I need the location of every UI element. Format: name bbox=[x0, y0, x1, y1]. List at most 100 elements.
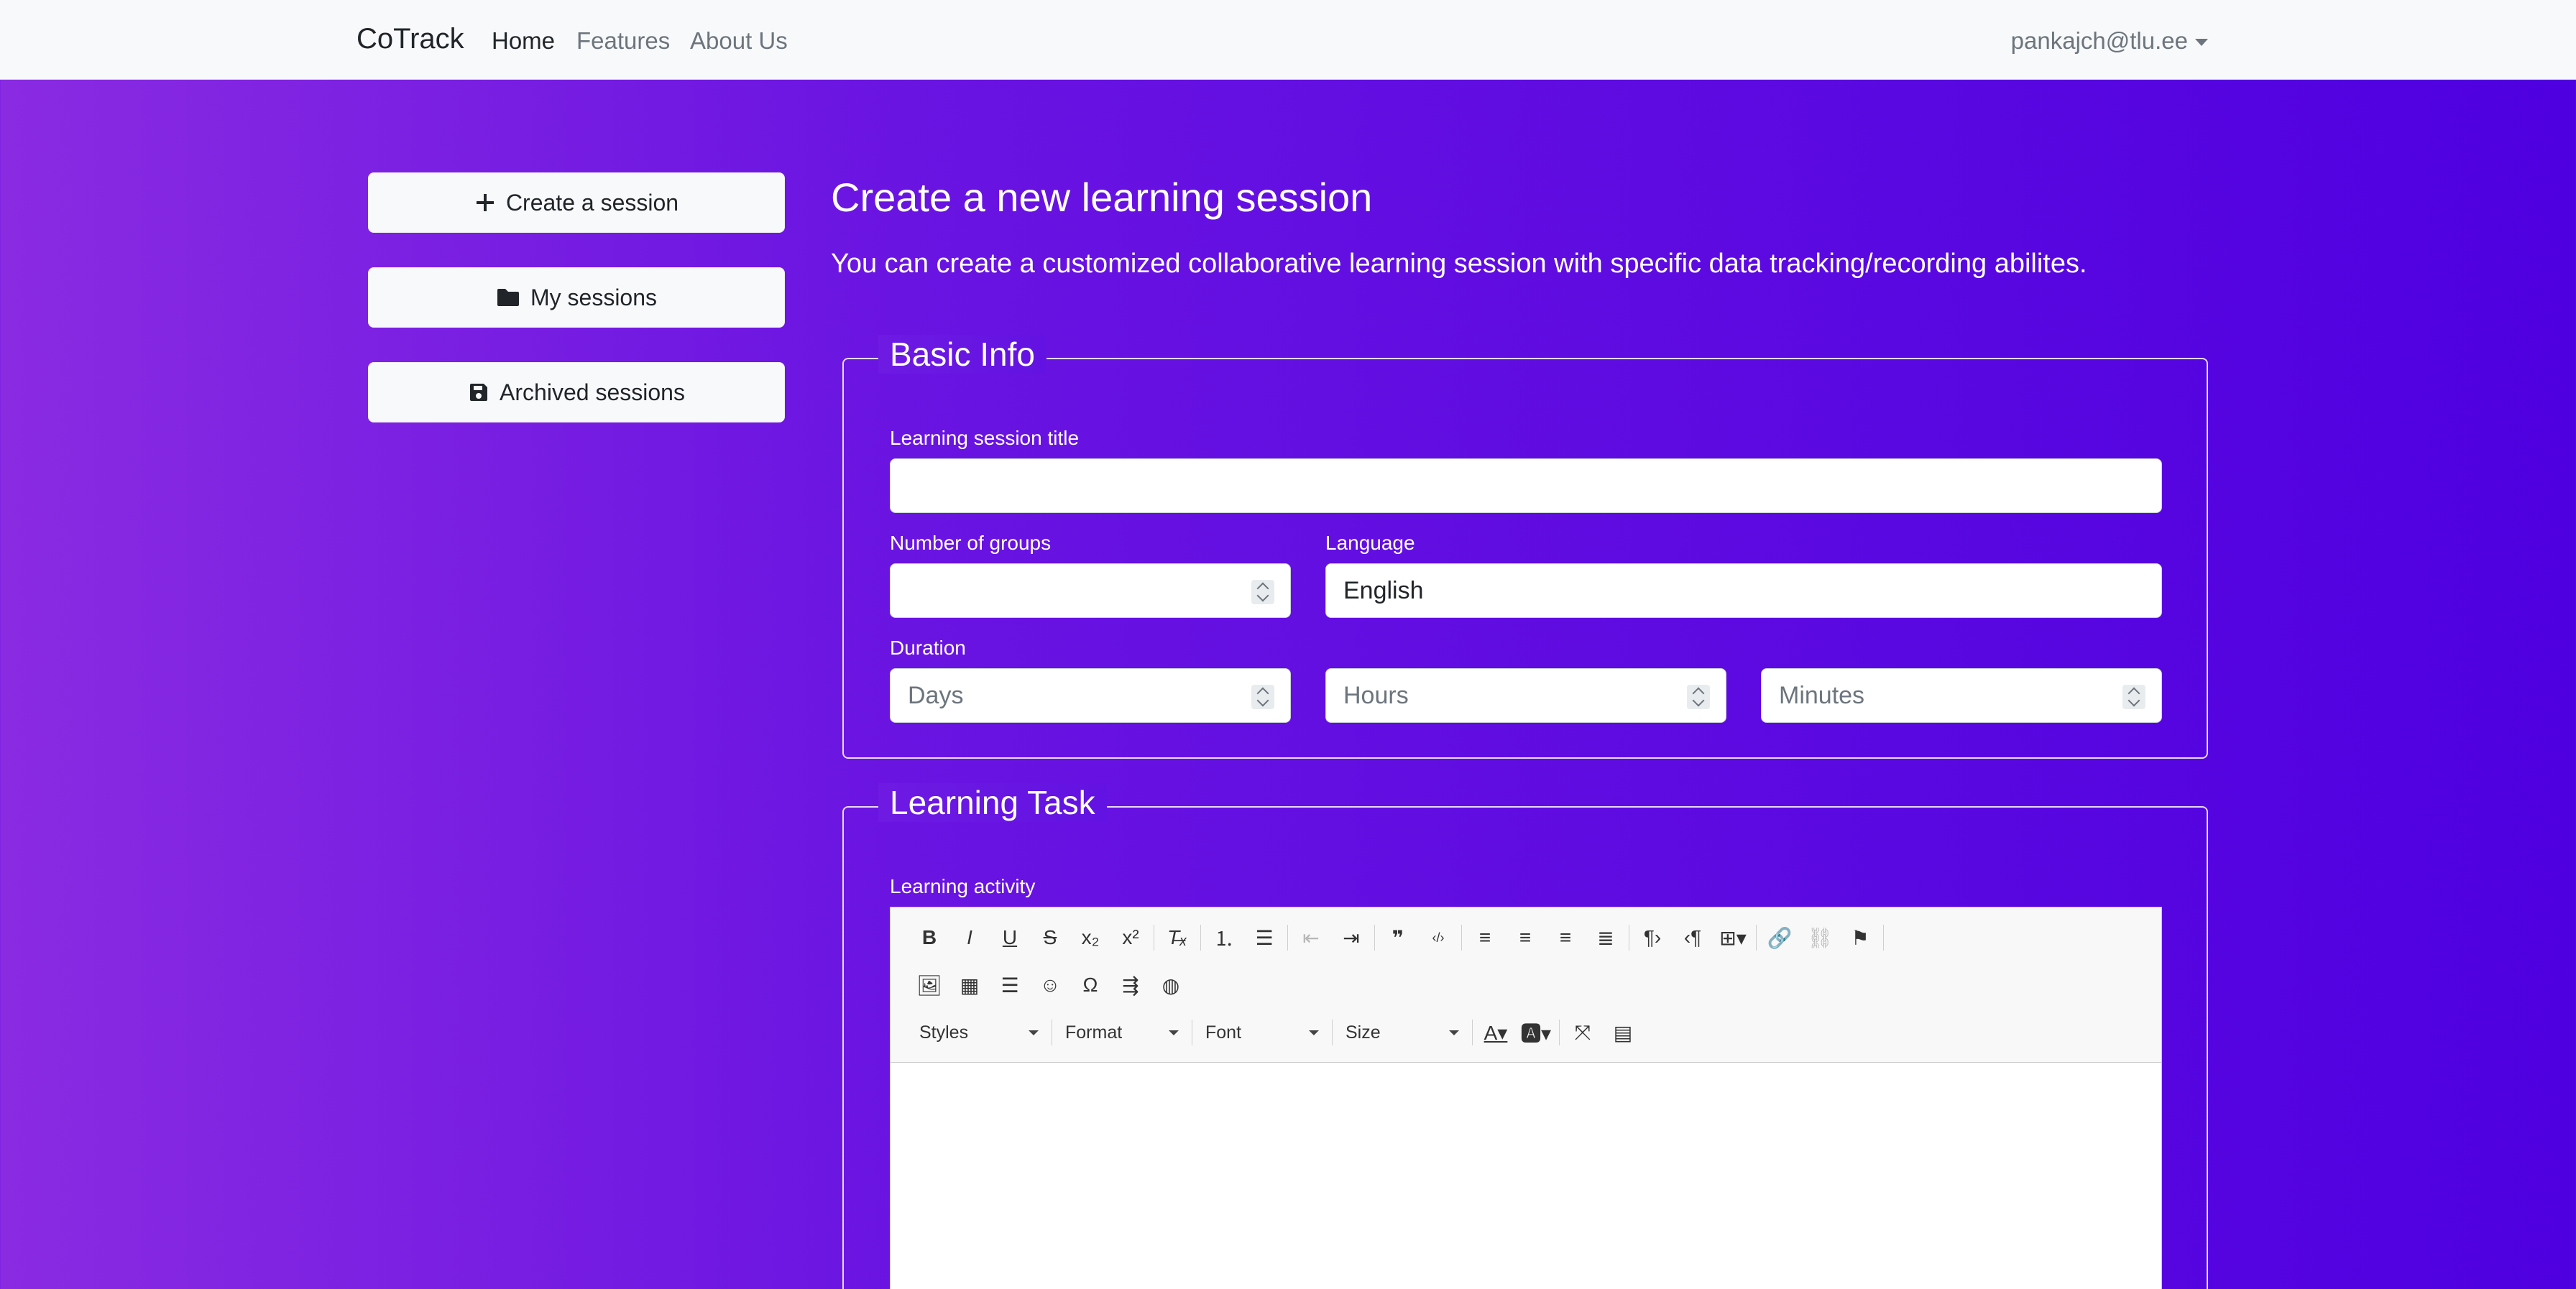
spinner-icon[interactable] bbox=[1251, 685, 1274, 709]
smiley-icon[interactable]: ☺ bbox=[1030, 968, 1070, 1002]
editor-toolbar: B I U S x₂ x² T̶ₓ ⒈ ☰ ⇤ ⇥ ❞ ‹/› ≡ ≡ ≡ ≣ … bbox=[891, 907, 2161, 1063]
archived-sessions-label: Archived sessions bbox=[500, 379, 685, 405]
session-title-input[interactable] bbox=[890, 458, 2162, 513]
toolbar-row-2: 🖼 ▦ ☰ ☺ Ω ⇶ ◍ bbox=[909, 968, 1191, 1002]
duration-label: Duration bbox=[890, 637, 966, 659]
show-blocks-icon[interactable]: ▤ bbox=[1603, 1015, 1643, 1050]
remove-format-icon[interactable]: T̶ₓ bbox=[1157, 920, 1197, 955]
font-combo[interactable]: Font bbox=[1195, 1015, 1329, 1050]
align-justify-icon[interactable]: ≣ bbox=[1586, 920, 1626, 955]
styles-combo-label: Styles bbox=[919, 1022, 969, 1043]
page-subtitle: You can create a customized collaborativ… bbox=[831, 249, 2087, 279]
brand-logo[interactable]: CoTrack bbox=[356, 23, 464, 55]
iframe-globe-icon[interactable]: ◍ bbox=[1151, 968, 1191, 1002]
align-left-icon[interactable]: ≡ bbox=[1465, 920, 1505, 955]
text-color-icon[interactable]: A▾ bbox=[1476, 1015, 1516, 1050]
toolbar-row-3: Styles Format Font Size A▾ 🅰▾ ⤧ ▤ bbox=[909, 1015, 1643, 1050]
editor-content-area[interactable] bbox=[891, 1063, 2161, 1289]
page-title: Create a new learning session bbox=[831, 175, 1373, 220]
minutes-placeholder: Minutes bbox=[1779, 681, 1865, 709]
archived-sessions-button[interactable]: Archived sessions bbox=[368, 362, 785, 422]
groups-label: Number of groups bbox=[890, 532, 1052, 554]
font-combo-label: Font bbox=[1205, 1022, 1242, 1043]
styles-combo[interactable]: Styles bbox=[909, 1015, 1049, 1050]
minutes-input[interactable]: Minutes bbox=[1761, 668, 2162, 723]
toolbar-divider bbox=[1756, 925, 1757, 951]
text-direction-rtl-icon[interactable]: ‹¶ bbox=[1673, 920, 1713, 955]
chevron-down-icon bbox=[1449, 1030, 1459, 1035]
groups-number-input[interactable] bbox=[890, 563, 1291, 618]
spinner-icon[interactable] bbox=[1251, 580, 1274, 604]
toolbar-divider bbox=[1883, 925, 1884, 951]
image-icon[interactable]: 🖼 bbox=[909, 968, 949, 1002]
background-color-icon[interactable]: 🅰▾ bbox=[1516, 1015, 1556, 1050]
create-session-button[interactable]: Create a session bbox=[368, 172, 785, 233]
toolbar-divider bbox=[1332, 1020, 1333, 1045]
italic-icon[interactable]: I bbox=[949, 920, 990, 955]
basic-info-section: Basic Info Learning session title Number… bbox=[842, 335, 2208, 759]
chevron-down-icon bbox=[1029, 1030, 1039, 1035]
language-input[interactable]: English bbox=[1325, 563, 2162, 618]
strikethrough-icon[interactable]: S bbox=[1030, 920, 1070, 955]
chevron-down-icon bbox=[2195, 39, 2208, 47]
align-right-icon[interactable]: ≡ bbox=[1545, 920, 1586, 955]
nav-link-about-us[interactable]: About Us bbox=[690, 27, 788, 55]
table-icon[interactable]: ▦ bbox=[949, 968, 990, 1002]
link-icon[interactable]: 🔗 bbox=[1760, 920, 1800, 955]
rich-text-editor[interactable]: B I U S x₂ x² T̶ₓ ⒈ ☰ ⇤ ⇥ ❞ ‹/› ≡ ≡ ≡ ≣ … bbox=[890, 907, 2162, 1289]
basic-info-legend: Basic Info bbox=[878, 335, 1046, 374]
blockquote-icon[interactable]: ❞ bbox=[1378, 920, 1418, 955]
numbered-list-icon[interactable]: ⒈ bbox=[1204, 920, 1244, 955]
language-label: Language bbox=[1325, 532, 1415, 554]
learning-task-section: Learning Task Learning activity B I U S … bbox=[842, 783, 2208, 1289]
days-input[interactable]: Days bbox=[890, 668, 1291, 723]
my-sessions-label: My sessions bbox=[530, 284, 658, 310]
size-combo[interactable]: Size bbox=[1335, 1015, 1469, 1050]
nav-link-features[interactable]: Features bbox=[576, 27, 670, 55]
bold-icon[interactable]: B bbox=[909, 920, 949, 955]
toolbar-divider bbox=[1287, 925, 1288, 951]
horizontal-line-icon[interactable]: ☰ bbox=[990, 968, 1030, 1002]
subscript-icon[interactable]: x₂ bbox=[1070, 920, 1110, 955]
anchor-flag-icon[interactable]: ⚑ bbox=[1840, 920, 1880, 955]
chevron-down-icon bbox=[1309, 1030, 1319, 1035]
spinner-icon[interactable] bbox=[1687, 685, 1710, 709]
folder-icon bbox=[497, 289, 519, 306]
unlink-icon[interactable]: ⛓ bbox=[1800, 920, 1840, 955]
underline-icon[interactable]: U bbox=[990, 920, 1030, 955]
user-menu-dropdown[interactable]: pankajch@tlu.ee bbox=[2011, 27, 2208, 55]
spinner-icon[interactable] bbox=[2122, 685, 2145, 709]
chevron-down-icon bbox=[1169, 1030, 1179, 1035]
toolbar-row-1: B I U S x₂ x² T̶ₓ ⒈ ☰ ⇤ ⇥ ❞ ‹/› ≡ ≡ ≡ ≣ … bbox=[909, 920, 1887, 955]
hours-placeholder: Hours bbox=[1343, 681, 1409, 709]
toolbar-divider bbox=[1200, 925, 1201, 951]
toolbar-divider bbox=[1559, 1020, 1560, 1045]
superscript-icon[interactable]: x² bbox=[1110, 920, 1151, 955]
toolbar-divider bbox=[1472, 1020, 1473, 1045]
nav-link-home[interactable]: Home bbox=[492, 27, 555, 55]
toolbar-divider bbox=[1461, 925, 1462, 951]
language-dropdown-icon[interactable]: ⊞▾ bbox=[1713, 920, 1753, 955]
indent-icon[interactable]: ⇥ bbox=[1331, 920, 1371, 955]
page-break-icon[interactable]: ⇶ bbox=[1110, 968, 1151, 1002]
size-combo-label: Size bbox=[1346, 1022, 1381, 1043]
hours-input[interactable]: Hours bbox=[1325, 668, 1726, 723]
plus-icon bbox=[476, 194, 494, 211]
save-icon bbox=[470, 384, 488, 401]
toolbar-divider bbox=[1374, 925, 1375, 951]
maximize-icon[interactable]: ⤧ bbox=[1563, 1015, 1603, 1050]
format-combo[interactable]: Format bbox=[1055, 1015, 1189, 1050]
outdent-icon[interactable]: ⇤ bbox=[1291, 920, 1331, 955]
user-email: pankajch@tlu.ee bbox=[2010, 27, 2188, 54]
learning-activity-label: Learning activity bbox=[890, 875, 1036, 897]
days-placeholder: Days bbox=[908, 681, 964, 709]
special-character-icon[interactable]: Ω bbox=[1070, 968, 1110, 1002]
session-title-label: Learning session title bbox=[890, 427, 1080, 449]
navbar: CoTrack Home Features About Us pankajch@… bbox=[0, 0, 2576, 80]
format-combo-label: Format bbox=[1065, 1022, 1123, 1043]
text-direction-ltr-icon[interactable]: ¶› bbox=[1632, 920, 1673, 955]
align-center-icon[interactable]: ≡ bbox=[1505, 920, 1545, 955]
create-div-icon[interactable]: ‹/› bbox=[1418, 920, 1458, 955]
bulleted-list-icon[interactable]: ☰ bbox=[1244, 920, 1284, 955]
my-sessions-button[interactable]: My sessions bbox=[368, 267, 785, 328]
